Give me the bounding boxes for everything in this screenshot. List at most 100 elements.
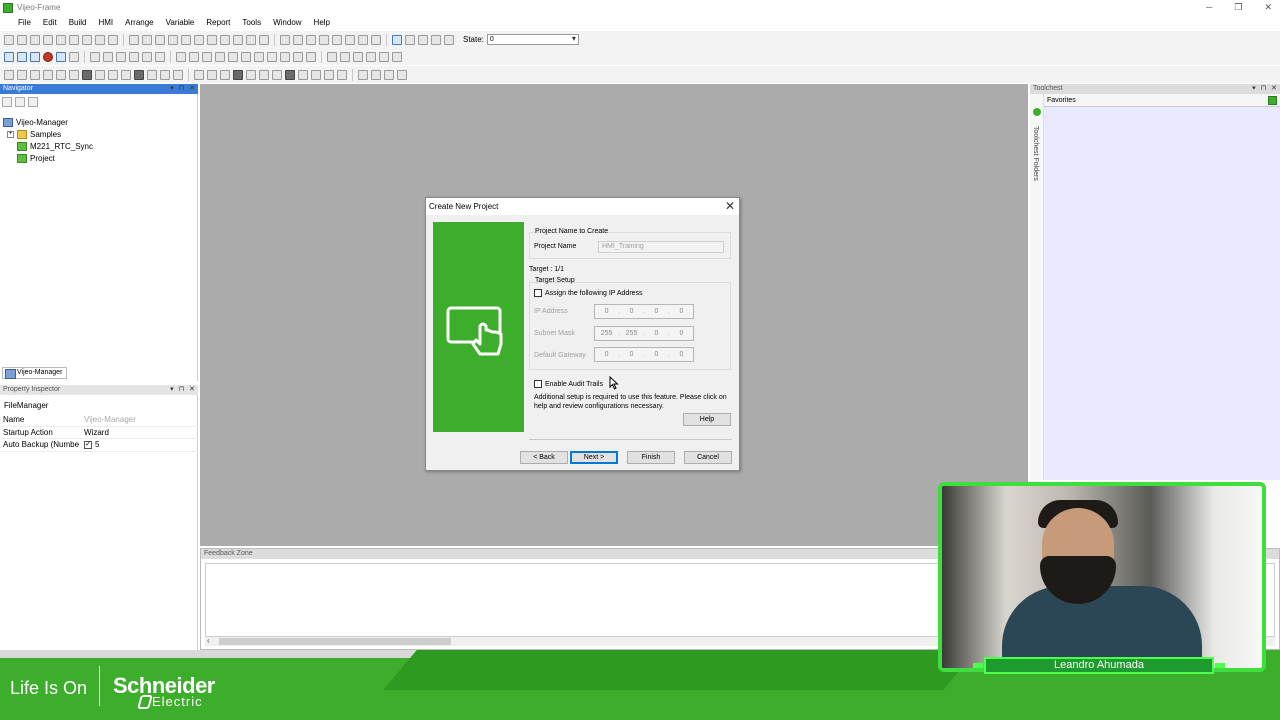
link-icon[interactable] <box>233 34 243 45</box>
lock-icon[interactable] <box>418 34 428 45</box>
expand-icon[interactable]: + <box>7 130 14 138</box>
line-icon[interactable] <box>30 69 40 80</box>
close-window-button[interactable]: ✕ <box>1264 0 1272 15</box>
trend-icon[interactable] <box>311 69 321 80</box>
snap-icon[interactable] <box>327 51 337 62</box>
close-panel-icon[interactable]: ✕ <box>189 84 195 94</box>
copy-item-icon[interactable] <box>168 34 178 45</box>
undo-icon[interactable] <box>129 34 139 45</box>
simulator-icon[interactable] <box>392 34 402 45</box>
same-size-icon[interactable] <box>306 51 316 62</box>
group-icon[interactable] <box>116 51 126 62</box>
navigator-tab[interactable]: Vijeo-Manager <box>2 367 68 379</box>
grid-view-icon[interactable] <box>4 51 14 62</box>
redo-icon[interactable] <box>142 34 152 45</box>
menu-tools[interactable]: Tools <box>236 15 267 31</box>
pin-icon[interactable] <box>366 51 376 62</box>
menu-arrange[interactable]: Arrange <box>119 15 159 31</box>
new-file-icon[interactable] <box>4 34 14 45</box>
copy-icon[interactable] <box>56 34 66 45</box>
pointer-icon[interactable] <box>4 69 14 80</box>
print-icon[interactable] <box>69 34 79 45</box>
property-row[interactable]: Name Vijeo-Manager <box>0 414 198 427</box>
import-icon[interactable] <box>95 34 105 45</box>
favorites-header[interactable]: Favorites <box>1044 94 1280 107</box>
replace-icon[interactable] <box>220 34 230 45</box>
export-icon[interactable] <box>82 34 92 45</box>
fit-icon[interactable] <box>384 69 394 80</box>
menu-window[interactable]: Window <box>267 15 307 31</box>
minimize-button[interactable]: ─ <box>1206 0 1212 15</box>
align-bottom-icon[interactable] <box>241 51 251 62</box>
polygon-icon[interactable] <box>134 69 144 80</box>
dropdown-icon[interactable]: ▾ <box>170 385 174 395</box>
toolchest-folders-strip[interactable]: Toolchest Folders <box>1030 94 1044 480</box>
pan-icon[interactable] <box>371 69 381 80</box>
text-icon[interactable] <box>160 69 170 80</box>
open-item-icon[interactable] <box>15 97 25 107</box>
audit-trails-checkbox[interactable] <box>534 380 542 388</box>
transfer-icon[interactable] <box>405 34 415 45</box>
save-icon[interactable] <box>30 34 40 45</box>
bring-front-icon[interactable] <box>90 51 100 62</box>
image-icon[interactable] <box>173 69 183 80</box>
menu-file[interactable]: File <box>12 15 37 31</box>
align-center-icon[interactable] <box>189 51 199 62</box>
overlap-icon[interactable] <box>397 69 407 80</box>
layers-icon[interactable] <box>371 34 381 45</box>
dot-icon[interactable] <box>17 69 27 80</box>
assign-ip-checkbox[interactable] <box>534 289 542 297</box>
save-all-icon[interactable] <box>43 34 53 45</box>
flip-icon[interactable] <box>155 51 165 62</box>
align-top-icon[interactable] <box>215 51 225 62</box>
package-icon[interactable] <box>108 34 118 45</box>
state-select[interactable]: 0 <box>486 34 579 45</box>
ip-address-field[interactable]: 0. 0. 0. 0 <box>594 304 694 319</box>
rounded-rect-icon[interactable] <box>95 69 105 80</box>
refresh-icon[interactable] <box>319 34 329 45</box>
circle-icon[interactable] <box>108 69 118 80</box>
pin-panel-icon[interactable]: ⊓ <box>1261 84 1266 94</box>
dropdown-icon[interactable]: ▾ <box>1252 84 1256 94</box>
pie-icon[interactable] <box>121 69 131 80</box>
font-icon[interactable] <box>69 51 79 62</box>
delete-icon[interactable] <box>194 34 204 45</box>
bar-graph-icon[interactable] <box>233 69 243 80</box>
menu-variable[interactable]: Variable <box>160 15 201 31</box>
open-folder-icon[interactable] <box>17 34 27 45</box>
report-icon[interactable] <box>358 34 368 45</box>
checkbox-checked-icon[interactable]: ✓ <box>84 440 92 449</box>
recipe-icon[interactable] <box>337 69 347 80</box>
align-left-icon[interactable] <box>176 51 186 62</box>
menu-build[interactable]: Build <box>63 15 93 31</box>
project-name-field[interactable]: HMI_Training <box>598 241 724 253</box>
distribute-v-icon[interactable] <box>267 51 277 62</box>
home-icon[interactable] <box>345 34 355 45</box>
slider-icon[interactable] <box>246 69 256 80</box>
cancel-button[interactable]: Cancel <box>684 451 732 464</box>
button-object-icon[interactable] <box>285 69 295 80</box>
finish-button[interactable]: Finish <box>627 451 675 464</box>
align-right-icon[interactable] <box>202 51 212 62</box>
numeric-display-icon[interactable] <box>272 69 282 80</box>
close-panel-icon[interactable]: ✕ <box>189 385 195 395</box>
close-icon[interactable]: ✕ <box>725 198 735 215</box>
clock-icon[interactable] <box>259 69 269 80</box>
unlink-icon[interactable] <box>246 34 256 45</box>
menu-edit[interactable]: Edit <box>37 15 63 31</box>
scrollbar-thumb[interactable] <box>219 638 451 645</box>
zoom-icon[interactable] <box>358 69 368 80</box>
close-panel-icon[interactable]: ✕ <box>1271 84 1277 94</box>
document-icon[interactable] <box>332 34 342 45</box>
help-button[interactable]: Help <box>683 413 731 426</box>
default-gateway-field[interactable]: 0. 0. 0. 0 <box>594 347 694 362</box>
plus-icon[interactable] <box>444 34 454 45</box>
rectangle-icon[interactable] <box>82 69 92 80</box>
tree-item-project[interactable]: Project <box>3 152 195 164</box>
stop-icon[interactable] <box>306 34 316 45</box>
nudge-icon[interactable] <box>353 51 363 62</box>
back-button[interactable]: < Back <box>520 451 568 464</box>
back-arrow-icon[interactable] <box>280 34 290 45</box>
pin-panel-icon[interactable]: ⊓ <box>179 84 184 94</box>
restore-button[interactable]: ❐ <box>1234 0 1242 15</box>
